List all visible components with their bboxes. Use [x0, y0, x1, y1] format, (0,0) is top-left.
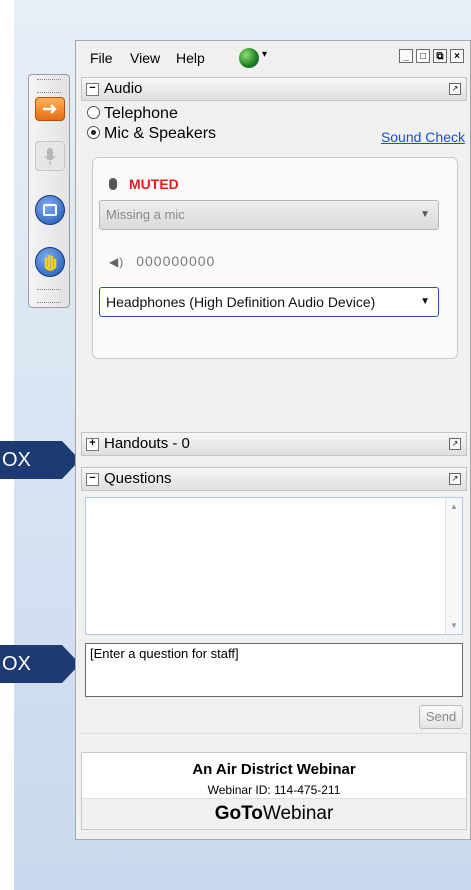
speaker-select[interactable]: Headphones (High Definition Audio Device… — [99, 287, 439, 317]
mic-speakers-label: Mic & Speakers — [104, 125, 217, 142]
audio-header-label: Audio — [104, 80, 143, 97]
questions-pane-body: ▲ ▼ [Enter a question for staff] Send — [81, 491, 467, 757]
speaker-level-meter: 000000000 — [136, 253, 216, 269]
expand-icon[interactable]: + — [86, 437, 99, 451]
audio-pane-header[interactable]: − Audio ↗ — [81, 77, 467, 101]
microphone-icon — [109, 178, 117, 190]
control-toolbar — [28, 74, 70, 308]
menu-file[interactable]: File — [90, 50, 113, 66]
handouts-pane-header[interactable]: + Handouts - 0 ↗ — [81, 432, 467, 456]
scroll-down-icon[interactable]: ▼ — [450, 621, 458, 630]
send-button[interactable]: Send — [419, 705, 463, 729]
sound-check-link[interactable]: Sound Check — [381, 129, 465, 145]
radio-checked-icon[interactable] — [87, 126, 100, 139]
gotowebinar-logo: GoToWebinar — [82, 798, 466, 829]
resize-handle[interactable] — [81, 733, 467, 740]
popout-icon[interactable]: ↗ — [449, 438, 461, 450]
toolbar-grip-top[interactable] — [37, 79, 61, 93]
webinar-id: Webinar ID: 114-475-211 — [207, 783, 341, 797]
scroll-up-icon[interactable]: ▲ — [450, 502, 458, 511]
audio-pane-body: Telephone Mic & Speakers Sound Check MUT… — [81, 101, 467, 393]
speaker-select-value: Headphones (High Definition Audio Device… — [106, 294, 376, 310]
telephone-option[interactable]: Telephone — [87, 105, 178, 123]
muted-label: MUTED — [129, 176, 179, 192]
handouts-header-label: Handouts - 0 — [104, 435, 190, 452]
popout-icon[interactable]: ↗ — [449, 83, 461, 95]
screen-icon — [43, 204, 57, 216]
arrow-right-icon — [43, 104, 57, 114]
questions-scrollbar[interactable]: ▲ ▼ — [445, 498, 462, 634]
brand-bold: GoTo — [214, 803, 263, 824]
speaker-icon: ◀) — [109, 255, 125, 269]
chevron-down-icon: ▼ — [420, 209, 430, 220]
questions-log[interactable]: ▲ ▼ — [85, 497, 463, 635]
restore-button[interactable]: □ — [416, 49, 430, 63]
radio-icon[interactable] — [87, 106, 100, 119]
menu-help[interactable]: Help — [176, 50, 205, 66]
questions-header-label: Questions — [104, 470, 172, 487]
close-button[interactable]: × — [450, 49, 464, 63]
globe-icon[interactable] — [239, 48, 259, 68]
question-input[interactable]: [Enter a question for staff] — [85, 643, 463, 697]
speaker-level: ◀) 000000000 — [109, 253, 215, 269]
questions-pane-header[interactable]: − Questions ↗ — [81, 467, 467, 491]
minimize-button[interactable]: _ — [399, 49, 413, 63]
screen-share-button[interactable] — [35, 195, 65, 225]
mic-toggle-button[interactable] — [35, 141, 65, 171]
menu-bar: File View Help ▾ _ □ ⧉ × — [76, 41, 470, 75]
show-panel-button[interactable] — [35, 97, 65, 121]
muted-status: MUTED — [109, 176, 179, 192]
webinar-title: An Air District Webinar — [192, 761, 356, 778]
chevron-down-icon: ▼ — [420, 296, 430, 307]
raise-hand-button[interactable] — [35, 247, 65, 277]
gotowebinar-panel: File View Help ▾ _ □ ⧉ × − Audio ↗ Teleph… — [75, 40, 471, 840]
webinar-info: An Air District Webinar Webinar ID: 114-… — [81, 752, 467, 830]
hand-icon — [44, 254, 57, 271]
telephone-label: Telephone — [104, 105, 178, 122]
audio-device-box: MUTED Missing a mic ▼ ◀) 000000000 Headph… — [92, 157, 458, 359]
collapse-icon[interactable]: − — [86, 472, 99, 486]
microphone-select[interactable]: Missing a mic ▼ — [99, 200, 439, 230]
microphone-icon — [44, 148, 56, 165]
caret-down-icon[interactable]: ▾ — [262, 49, 267, 60]
mic-speakers-option[interactable]: Mic & Speakers — [87, 125, 216, 143]
microphone-select-value: Missing a mic — [106, 207, 185, 222]
menu-view[interactable]: View — [130, 50, 160, 66]
brand-light: Webinar — [262, 803, 334, 824]
collapse-icon[interactable]: − — [86, 82, 99, 96]
toolbar-grip-bottom[interactable] — [37, 289, 61, 303]
popout-icon[interactable]: ↗ — [449, 473, 461, 485]
popout-button[interactable]: ⧉ — [433, 49, 447, 63]
window-controls: _ □ ⧉ × — [399, 49, 464, 63]
